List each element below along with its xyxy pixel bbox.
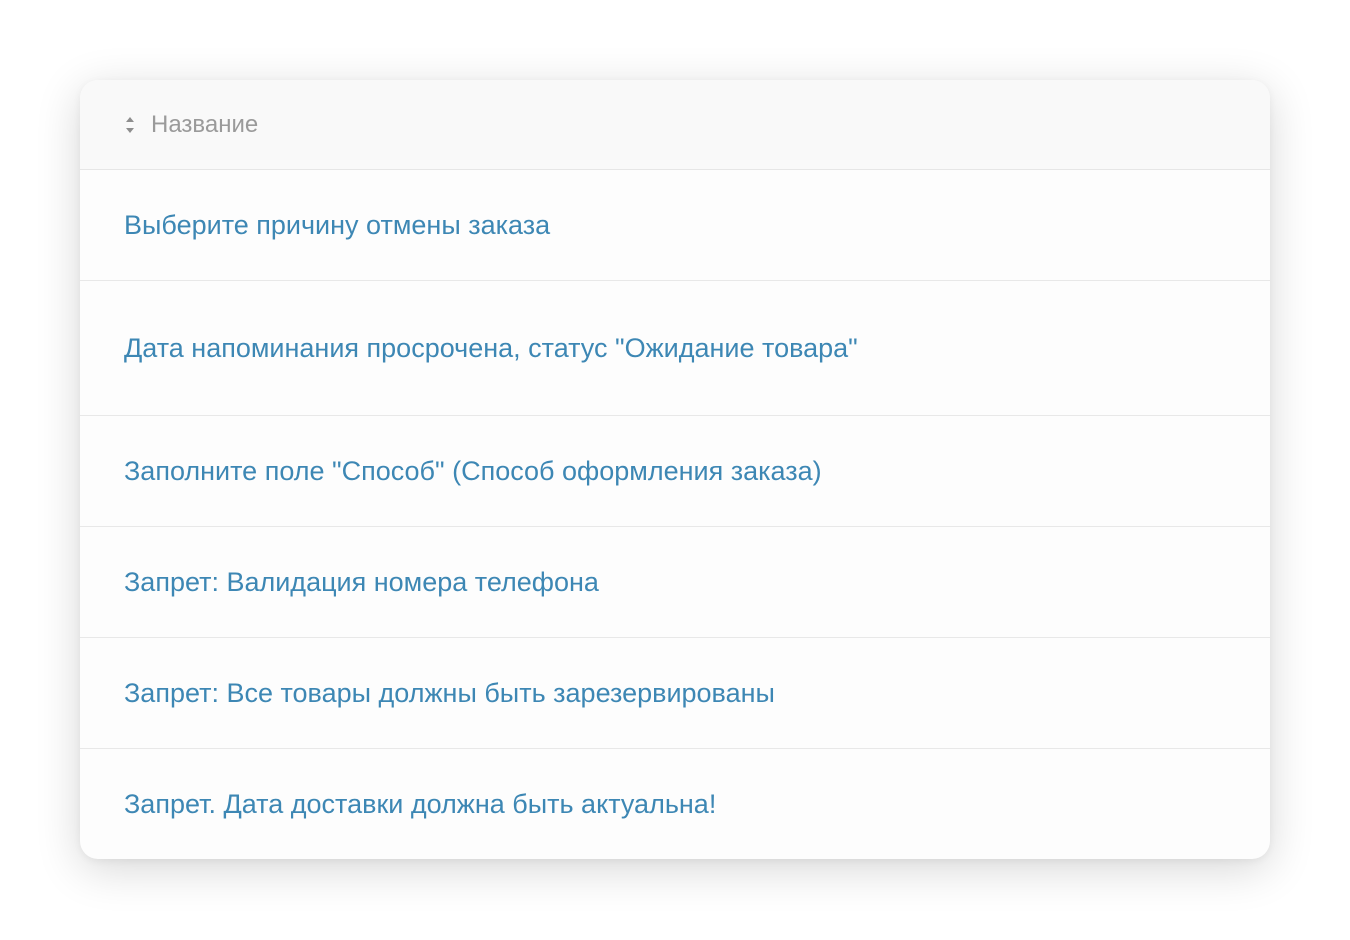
rules-table: Название Выберите причину отмены заказа … — [80, 80, 1270, 859]
table-row: Запрет. Дата доставки должна быть актуал… — [80, 749, 1270, 859]
sort-updown-icon[interactable] — [124, 114, 136, 136]
table-row: Запрет: Все товары должны быть зарезерви… — [80, 638, 1270, 749]
rule-link[interactable]: Запрет. Дата доставки должна быть актуал… — [124, 789, 716, 820]
column-header-name[interactable]: Название — [151, 111, 258, 139]
rule-link[interactable]: Запрет: Все товары должны быть зарезерви… — [124, 678, 775, 709]
table-header: Название — [80, 80, 1270, 170]
rule-link[interactable]: Дата напоминания просрочена, статус "Ожи… — [124, 333, 858, 364]
table-row: Выберите причину отмены заказа — [80, 170, 1270, 281]
table-row: Дата напоминания просрочена, статус "Ожи… — [80, 281, 1270, 416]
rule-link[interactable]: Запрет: Валидация номера телефона — [124, 567, 599, 598]
rule-link[interactable]: Выберите причину отмены заказа — [124, 210, 550, 241]
table-row: Заполните поле "Способ" (Способ оформлен… — [80, 416, 1270, 527]
rule-link[interactable]: Заполните поле "Способ" (Способ оформлен… — [124, 456, 822, 487]
table-row: Запрет: Валидация номера телефона — [80, 527, 1270, 638]
